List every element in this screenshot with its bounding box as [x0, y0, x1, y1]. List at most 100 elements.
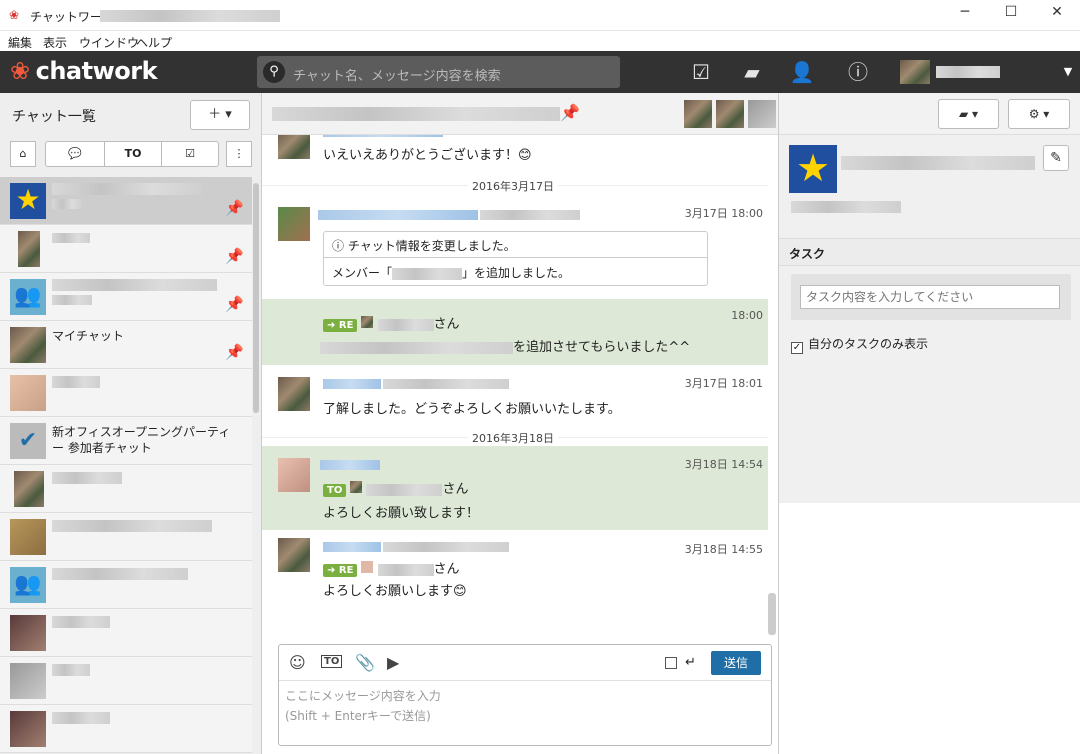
room-avatar — [10, 375, 46, 411]
search-icon: ⚲ — [263, 61, 285, 83]
sender-avatar — [278, 377, 310, 411]
to-filter-icon[interactable]: TO — [104, 141, 162, 167]
info-icon[interactable]: ⓘ — [845, 60, 871, 84]
task-input[interactable] — [800, 285, 1060, 309]
attachment-icon[interactable]: 📎 — [355, 653, 375, 672]
member-avatar[interactable] — [748, 100, 776, 128]
chat-room-item[interactable] — [0, 465, 252, 513]
only-my-tasks-toggle[interactable]: ✓ 自分のタスクのみ表示 — [791, 335, 928, 354]
star-icon: ★ — [10, 183, 46, 219]
close-button[interactable]: ✕ — [1034, 4, 1080, 26]
sidebar-scrollbar[interactable] — [253, 183, 259, 413]
menu-window[interactable]: ウインドウ — [79, 34, 139, 51]
only-my-tasks-checkbox[interactable]: ✓ — [791, 342, 803, 354]
menu-edit[interactable]: 編集 — [8, 34, 32, 51]
task-input-box — [791, 274, 1071, 320]
enter-send-checkbox[interactable] — [665, 657, 677, 669]
room-info-panel: ▰ ▾ ⚙ ▾ ★ ✎ タスク ✓ 自分のタスクのみ表示 — [778, 93, 1080, 754]
chat-room-item[interactable]: 📌 — [0, 225, 252, 273]
pin-icon[interactable]: 📌 — [225, 295, 244, 313]
user-name-redacted[interactable] — [936, 66, 1000, 78]
edit-room-pencil-icon[interactable]: ✎ — [1043, 145, 1069, 171]
chat-room-item[interactable]: ★ 📌 — [0, 177, 252, 225]
reply-name-redacted — [377, 563, 434, 576]
chat-room-item[interactable]: マイチャット 📌 — [0, 321, 252, 369]
message-item[interactable]: 3月17日 18:01 了解しました。どうぞよろしくお願いいたします。 — [262, 365, 768, 425]
add-contact-icon[interactable]: 👤 — [789, 60, 815, 84]
reply-tag[interactable]: ➜ RE — [323, 564, 358, 577]
folder-icon[interactable]: ▰ — [739, 60, 765, 84]
room-sub-redacted — [52, 295, 92, 305]
chat-room-item[interactable]: 👥 — [0, 561, 252, 609]
reply-suffix: さん — [433, 562, 460, 577]
member-avatar[interactable] — [684, 100, 712, 128]
sender-name-redacted — [318, 210, 478, 220]
date-separator: 2016年3月18日 — [262, 430, 768, 446]
chat-room-item[interactable] — [0, 369, 252, 417]
member-avatar[interactable] — [716, 100, 744, 128]
pin-icon[interactable]: 📌 — [225, 199, 244, 217]
room-info-section: ★ ✎ タスク ✓ 自分のタスクのみ表示 — [779, 135, 1080, 503]
message-item[interactable]: いえいえありがとうございます！😊 — [262, 135, 768, 175]
chat-room-item[interactable] — [0, 657, 252, 705]
minimize-button[interactable]: ─ — [942, 4, 988, 26]
message-item-highlighted[interactable]: 18:00 ➜ RE さん を追加させてもらいました^^ — [262, 299, 768, 365]
info-header: チャット情報を変更しました。 — [347, 239, 516, 253]
room-avatar — [10, 663, 46, 699]
user-menu-chevron-icon[interactable]: ▼ — [1055, 60, 1080, 84]
emoji-icon[interactable]: ☺ — [289, 653, 306, 672]
brand-logo[interactable]: ❀ chatwork — [10, 57, 158, 85]
settings-menu-button[interactable]: ⚙ ▾ — [1008, 99, 1070, 129]
message-input[interactable]: ここにメッセージ内容を入力 — [285, 687, 441, 704]
date-separator: 2016年3月17日 — [262, 178, 768, 194]
reply-avatar — [361, 561, 374, 573]
chat-list-sidebar: チャット一覧 ＋ ▾ ⌂ 💬 TO ☑ ⋮ ★ 📌 📌 👥 📌 マイチャット 📌… — [0, 93, 262, 754]
task-filter-icon[interactable]: ☑ — [161, 141, 219, 167]
maximize-button[interactable]: ☐ — [988, 4, 1034, 26]
message-time: 3月17日 18:01 — [684, 377, 763, 390]
chat-room-item[interactable]: ✔ 新オフィスオープニングパーティー 参加者チャット — [0, 417, 252, 465]
menu-view[interactable]: 表示 — [43, 34, 67, 51]
sender-name-redacted — [323, 135, 443, 137]
message-time: 3月17日 18:00 — [684, 207, 763, 220]
message-item[interactable]: 3月17日 18:00 ⓘ チャット情報を変更しました。 メンバー「 」を追加しま… — [262, 195, 768, 295]
reply-tag-label: RE — [338, 320, 354, 331]
info-icon: ⓘ — [332, 239, 348, 253]
room-name-redacted — [52, 664, 90, 676]
message-item-highlighted[interactable]: 3月18日 14:54 TO さん よろしくお願い致します！ — [262, 446, 768, 530]
send-button[interactable]: 送信 — [711, 651, 761, 675]
chat-room-item[interactable] — [0, 513, 252, 561]
search-box[interactable]: ⚲ チャット名、メッセージ内容を検索 — [257, 56, 620, 88]
category-filter-icon[interactable]: ⋮ — [226, 141, 252, 167]
message-text: よろしくお願い致します！ — [323, 506, 480, 521]
chat-room-item[interactable]: 👥 📌 — [0, 273, 252, 321]
member-name-redacted — [392, 267, 463, 280]
to-icon[interactable]: TO — [321, 655, 343, 668]
reply-tag[interactable]: ➜ RE — [323, 319, 358, 332]
home-filter-icon[interactable]: ⌂ — [10, 141, 36, 167]
task-icon[interactable]: ☑ — [688, 60, 714, 84]
room-sub-redacted — [52, 199, 82, 209]
pin-icon[interactable]: 📌 — [225, 247, 244, 265]
timeline-scrollbar[interactable] — [768, 593, 776, 635]
message-body: を追加させてもらいました^^ — [320, 336, 690, 355]
search-input[interactable]: チャット名、メッセージ内容を検索 — [293, 65, 501, 84]
chat-room-item[interactable] — [0, 705, 252, 753]
menu-help[interactable]: ヘルプ — [136, 34, 172, 51]
right-panel-header: ▰ ▾ ⚙ ▾ — [779, 93, 1080, 135]
brand-name: chatwork — [35, 57, 158, 85]
chat-room-item[interactable] — [0, 609, 252, 657]
to-name-redacted — [366, 483, 443, 496]
message-item[interactable]: 3月18日 14:55 ➜ RE さん よろしくお願いします😊 — [262, 532, 768, 632]
room-avatar — [10, 615, 46, 651]
room-pin-icon[interactable]: 📌 — [560, 103, 580, 122]
unread-filter-icon[interactable]: 💬 — [45, 141, 105, 167]
sender-org-redacted — [383, 542, 509, 552]
to-tag[interactable]: TO — [323, 484, 347, 497]
video-call-icon[interactable]: ▶ — [387, 653, 399, 672]
date-label: 2016年3月18日 — [468, 430, 558, 446]
user-avatar[interactable] — [900, 60, 930, 84]
pin-icon[interactable]: 📌 — [225, 343, 244, 361]
add-chat-button[interactable]: ＋ ▾ — [190, 100, 250, 130]
file-menu-button[interactable]: ▰ ▾ — [938, 99, 999, 129]
